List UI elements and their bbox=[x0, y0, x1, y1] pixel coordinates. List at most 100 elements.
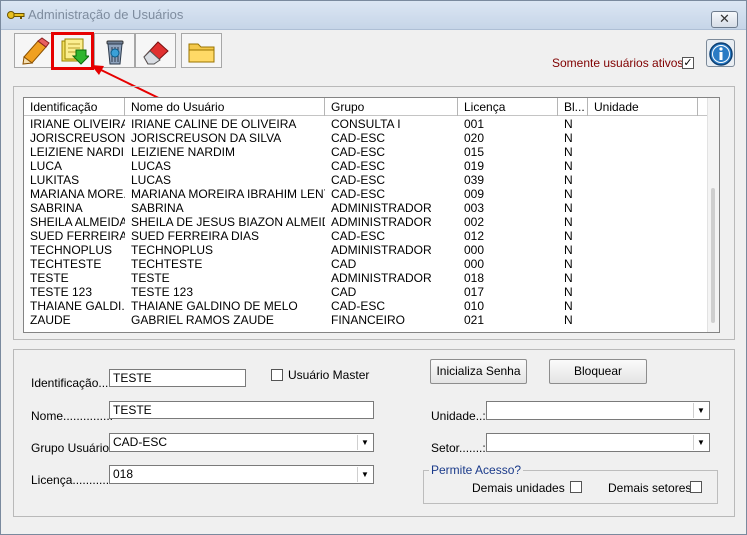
cell-licenca: 020 bbox=[464, 131, 485, 145]
chevron-down-icon[interactable]: ▼ bbox=[357, 435, 372, 450]
grupo-label: Grupo Usuário: bbox=[31, 441, 113, 455]
table-row[interactable]: LUCA LUCAS CAD-ESC 019 N bbox=[24, 159, 707, 173]
chevron-down-icon[interactable]: ▼ bbox=[693, 435, 708, 450]
cell-grupo: FINANCEIRO bbox=[331, 313, 406, 327]
table-row[interactable]: TESTE 123 TESTE 123 CAD 017 N bbox=[24, 285, 707, 299]
cell-bloqueado: N bbox=[564, 131, 573, 145]
usuario-master-checkbox[interactable] bbox=[271, 369, 283, 381]
licenca-label: Licença...........: bbox=[31, 473, 113, 487]
cell-identificacao: TECHTESTE bbox=[30, 257, 102, 271]
cell-identificacao: TESTE 123 bbox=[30, 285, 93, 299]
cell-identificacao: SUED FERREIRA bbox=[30, 229, 125, 243]
nome-label: Nome..............: bbox=[31, 409, 114, 423]
table-row[interactable]: TECHTESTE TECHTESTE CAD 000 N bbox=[24, 257, 707, 271]
cell-licenca: 000 bbox=[464, 243, 485, 257]
cell-bloqueado: N bbox=[564, 243, 573, 257]
table-row[interactable]: JORISCREUSON JORISCREUSON DA SILVA CAD-ESC… bbox=[24, 131, 707, 145]
info-icon bbox=[709, 42, 733, 66]
cell-nome: SHEILA DE JESUS BIAZON ALMEIDA bbox=[131, 215, 325, 229]
grid-body: IRIANE OLIVEIRA IRIANE CALINE DE OLIVEIRA… bbox=[24, 117, 707, 332]
table-row[interactable]: ZAUDE GABRIEL RAMOS ZAUDE FINANCEIRO 021 N bbox=[24, 313, 707, 327]
cell-grupo: CAD-ESC bbox=[331, 131, 386, 145]
column-header-bloqueado[interactable]: Bl... bbox=[558, 98, 588, 116]
highlight-annotation bbox=[51, 32, 94, 70]
close-button[interactable]: ✕ bbox=[711, 11, 738, 28]
cell-bloqueado: N bbox=[564, 173, 573, 187]
cell-bloqueado: N bbox=[564, 257, 573, 271]
grid-vertical-scrollbar[interactable] bbox=[707, 98, 719, 332]
nome-input[interactable]: TESTE bbox=[109, 401, 374, 419]
table-row[interactable]: IRIANE OLIVEIRA IRIANE CALINE DE OLIVEIRA… bbox=[24, 117, 707, 131]
cell-identificacao: SHEILA ALMEIDA bbox=[30, 215, 125, 229]
info-button[interactable] bbox=[706, 39, 735, 67]
table-row[interactable]: LEIZIENE NARDIM LEIZIENE NARDIM CAD-ESC 015… bbox=[24, 145, 707, 159]
cell-nome: LUCAS bbox=[131, 173, 172, 187]
cell-identificacao: LEIZIENE NARDIM bbox=[30, 145, 125, 159]
cell-bloqueado: N bbox=[564, 229, 573, 243]
table-row[interactable]: TESTE TESTE ADMINISTRADOR 018 N bbox=[24, 271, 707, 285]
cell-licenca: 010 bbox=[464, 299, 485, 313]
cell-identificacao: LUKITAS bbox=[30, 173, 80, 187]
cell-bloqueado: N bbox=[564, 285, 573, 299]
cell-grupo: CAD-ESC bbox=[331, 173, 386, 187]
grid-header: Identificação Nome do Usuário Grupo Lice… bbox=[24, 98, 707, 116]
table-row[interactable]: LUKITAS LUCAS CAD-ESC 039 N bbox=[24, 173, 707, 187]
column-header-unidade[interactable]: Unidade bbox=[588, 98, 698, 116]
setor-label: Setor.......: bbox=[431, 441, 486, 455]
cell-nome: LEIZIENE NARDIM bbox=[131, 145, 236, 159]
table-row[interactable]: SHEILA ALMEIDA SHEILA DE JESUS BIAZON ALM… bbox=[24, 215, 707, 229]
eraser-icon bbox=[143, 41, 169, 65]
demais-unidades-checkbox[interactable] bbox=[570, 481, 582, 493]
cell-bloqueado: N bbox=[564, 313, 573, 327]
users-grid[interactable]: Identificação Nome do Usuário Grupo Lice… bbox=[23, 97, 720, 333]
cell-nome: IRIANE CALINE DE OLIVEIRA bbox=[131, 117, 297, 131]
identificacao-input[interactable]: TESTE bbox=[109, 369, 246, 387]
cell-identificacao: TECHNOPLUS bbox=[30, 243, 113, 257]
column-header-nome[interactable]: Nome do Usuário bbox=[125, 98, 325, 116]
cell-bloqueado: N bbox=[564, 271, 573, 285]
open-folder-button[interactable] bbox=[181, 33, 222, 68]
chevron-down-icon[interactable]: ▼ bbox=[357, 467, 372, 482]
table-row[interactable]: TECHNOPLUS TECHNOPLUS ADMINISTRADOR 000 N bbox=[24, 243, 707, 257]
cell-identificacao: LUCA bbox=[30, 159, 63, 173]
cell-licenca: 021 bbox=[464, 313, 485, 327]
cell-bloqueado: N bbox=[564, 299, 573, 313]
scrollbar-thumb[interactable] bbox=[711, 188, 715, 323]
grupo-select[interactable]: CAD-ESC ▼ bbox=[109, 433, 374, 452]
column-header-identificacao[interactable]: Identificação bbox=[24, 98, 125, 116]
recycle-bin-icon bbox=[106, 40, 124, 65]
setor-select[interactable]: ▼ bbox=[486, 433, 710, 452]
cell-licenca: 039 bbox=[464, 173, 485, 187]
cell-grupo: ADMINISTRADOR bbox=[331, 271, 432, 285]
demais-setores-checkbox[interactable] bbox=[690, 481, 702, 493]
cell-identificacao: MARIANA MORE... bbox=[30, 187, 125, 201]
cell-licenca: 003 bbox=[464, 201, 485, 215]
column-header-licenca[interactable]: Licença bbox=[458, 98, 558, 116]
cell-bloqueado: N bbox=[564, 215, 573, 229]
table-row[interactable]: SABRINA SABRINA ADMINISTRADOR 003 N bbox=[24, 201, 707, 215]
inicializa-senha-button[interactable]: Inicializa Senha bbox=[430, 359, 527, 384]
cell-nome: THAIANE GALDINO DE MELO bbox=[131, 299, 298, 313]
column-header-grupo[interactable]: Grupo bbox=[325, 98, 458, 116]
cell-licenca: 001 bbox=[464, 117, 485, 131]
unidade-select[interactable]: ▼ bbox=[486, 401, 710, 420]
cell-grupo: ADMINISTRADOR bbox=[331, 215, 432, 229]
cell-identificacao: THAIANE GALDI... bbox=[30, 299, 125, 313]
active-only-checkbox[interactable]: ✓ bbox=[682, 57, 694, 69]
cell-bloqueado: N bbox=[564, 187, 573, 201]
chevron-down-icon[interactable]: ▼ bbox=[693, 403, 708, 418]
cell-grupo: CAD bbox=[331, 257, 357, 271]
cell-identificacao: SABRINA bbox=[30, 201, 83, 215]
cell-grupo: ADMINISTRADOR bbox=[331, 201, 432, 215]
users-admin-window: Administração de Usuários ✕ Somente usuá… bbox=[0, 0, 747, 535]
table-row[interactable]: THAIANE GALDI... THAIANE GALDINO DE MELO C… bbox=[24, 299, 707, 313]
licenca-select[interactable]: 018 ▼ bbox=[109, 465, 374, 484]
bloquear-button[interactable]: Bloquear bbox=[549, 359, 647, 384]
cell-bloqueado: N bbox=[564, 117, 573, 131]
edit-button[interactable] bbox=[14, 33, 55, 68]
table-row[interactable]: SUED FERREIRA SUED FERREIRA DIAS CAD-ESC 01… bbox=[24, 229, 707, 243]
table-row[interactable]: MARIANA MORE... MARIANA MOREIRA IBRAHIM L… bbox=[24, 187, 707, 201]
cell-grupo: ADMINISTRADOR bbox=[331, 243, 432, 257]
cell-identificacao: ZAUDE bbox=[30, 313, 71, 327]
cell-nome: TECHTESTE bbox=[131, 257, 203, 271]
